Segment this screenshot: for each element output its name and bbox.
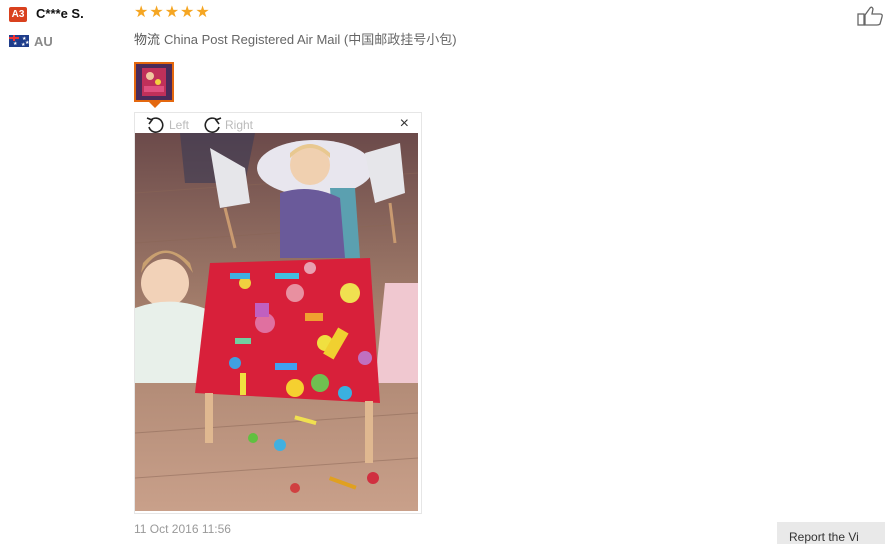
review-photo-thumbnail[interactable]: [134, 62, 174, 102]
review-photo: [135, 133, 418, 511]
rating-stars: ★ ★ ★ ★ ★: [134, 5, 210, 21]
reviewer-name: C***e S.: [36, 6, 84, 21]
rotate-right-icon: [204, 117, 222, 133]
reviewer-country: AU: [34, 34, 53, 49]
helpful-thumbs-up-icon[interactable]: [857, 5, 885, 27]
logistics-value: China Post Registered Air Mail (中国邮政挂号小包…: [164, 32, 457, 47]
star-icon: ★: [180, 4, 195, 21]
star-icon: ★: [195, 4, 210, 21]
star-icon: ★: [149, 4, 164, 21]
star-icon: ★: [164, 4, 180, 21]
star-icon: ★: [134, 4, 149, 21]
rotate-right-button[interactable]: Right: [201, 115, 253, 135]
rotate-left-icon: [146, 117, 164, 133]
rotate-left-button[interactable]: Left: [145, 115, 189, 135]
close-icon[interactable]: ×: [400, 116, 409, 132]
review-date: 11 Oct 2016 11:56: [134, 522, 231, 536]
logistics-info: 物流 China Post Registered Air Mail (中国邮政挂号…: [134, 29, 457, 48]
report-button[interactable]: Report the Vi: [777, 522, 885, 544]
rotate-left-label: Left: [169, 118, 190, 132]
logistics-label: 物流: [134, 32, 161, 47]
rotate-right-label: Right: [225, 118, 254, 132]
thumbnail-selected-caret: [149, 102, 161, 108]
australia-flag-icon: ★ ★ ★ ★: [9, 35, 29, 47]
buyer-level-badge: A3: [9, 7, 27, 22]
